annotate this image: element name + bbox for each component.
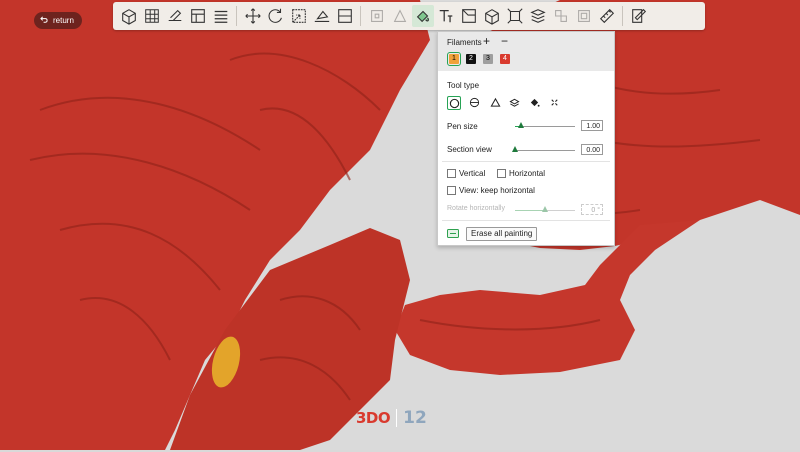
eraser-icon [447,229,459,240]
triangle-tool-icon[interactable] [489,96,502,109]
measure-frame-icon[interactable] [504,5,526,27]
ruler-icon[interactable] [596,5,618,27]
circle-tool-icon[interactable] [447,96,461,110]
color-paint-icon[interactable] [411,5,434,27]
text-icon[interactable] [435,5,457,27]
section-view-slider[interactable] [511,146,575,152]
return-button[interactable]: return [34,12,82,29]
keep-horizontal-label: View: keep horizontal [459,186,535,195]
horizontal-label: Horizontal [509,169,546,178]
toolbar-separator [236,6,237,26]
filaments-title: Filaments [447,38,482,47]
filament-swatch-3[interactable]: 3 [483,54,493,64]
return-arrow-icon [40,15,49,26]
red-model-scene [0,0,800,450]
watermark-logo-text: 3DO [356,409,391,427]
pen-size-slider-thumb[interactable] [517,122,524,128]
box-icon[interactable] [481,5,503,27]
rotate-horizontally-input: 0 ° [581,204,603,215]
panel-divider [442,220,610,221]
lay-on-face-icon[interactable] [311,5,333,27]
vertical-label: Vertical [459,169,486,178]
rotate-horizontally-slider [515,206,575,212]
plate-layout-icon[interactable] [187,5,209,27]
scale-icon[interactable] [288,5,310,27]
filament-swatch-2[interactable]: 2 [466,54,476,64]
filaments-section: Filaments + − 1234 [438,32,614,71]
cut-icon[interactable] [334,5,356,27]
move-icon[interactable] [242,5,264,27]
pen-size-label: Pen size [447,122,478,131]
pen-size-input[interactable]: 1.00 [581,120,603,131]
return-label: return [53,16,74,25]
horizontal-checkbox[interactable] [497,169,506,178]
filament-swatch-4[interactable]: 4 [500,54,510,64]
pen-size-slider[interactable] [515,122,575,128]
toolbar-separator [360,6,361,26]
watermark-number: 12 [403,408,427,428]
grid-plate-icon[interactable] [141,5,163,27]
3d-viewport[interactable] [0,0,800,450]
rotate-horizontally-label: Rotate horizontally [447,205,505,212]
support-paint-icon[interactable] [366,5,388,27]
assembly-icon[interactable] [550,5,572,27]
watermark-divider [396,409,398,427]
emboss-icon[interactable] [458,5,480,27]
top-toolbar [113,2,705,30]
rotate-slider-fill [515,210,545,211]
sphere-tool-icon[interactable] [468,96,481,109]
menu-lines-icon[interactable] [210,5,232,27]
brim-icon[interactable] [573,5,595,27]
keep-horizontal-checkbox[interactable] [447,186,456,195]
fill-bucket-icon[interactable] [528,96,541,109]
plate-edit-icon[interactable] [164,5,186,27]
rotate-slider-thumb [541,206,548,212]
tool-type-label: Tool type [447,81,480,90]
toolbar-separator [622,6,623,26]
add-filament-button[interactable]: + [483,34,490,48]
section-view-slider-thumb[interactable] [511,146,518,152]
color-painting-panel: Filaments + − 1234 Tool type Pen size 1.… [437,31,615,246]
add-cube-icon[interactable] [118,5,140,27]
section-view-input[interactable]: 0.00 [581,144,603,155]
rotate-icon[interactable] [265,5,287,27]
section-view-label: Section view [447,145,492,154]
remove-filament-button[interactable]: − [501,34,508,48]
filament-swatch-1[interactable]: 1 [447,52,461,66]
seam-paint-icon[interactable] [389,5,411,27]
layers-icon[interactable] [527,5,549,27]
settings-edit-icon[interactable] [628,5,650,27]
gap-fill-icon[interactable] [548,96,561,109]
panel-divider [442,161,610,162]
vertical-checkbox[interactable] [447,169,456,178]
watermark: 3DO 12 [356,408,427,428]
height-range-icon[interactable] [508,96,521,109]
erase-all-painting-button[interactable]: Erase all painting [466,227,538,241]
